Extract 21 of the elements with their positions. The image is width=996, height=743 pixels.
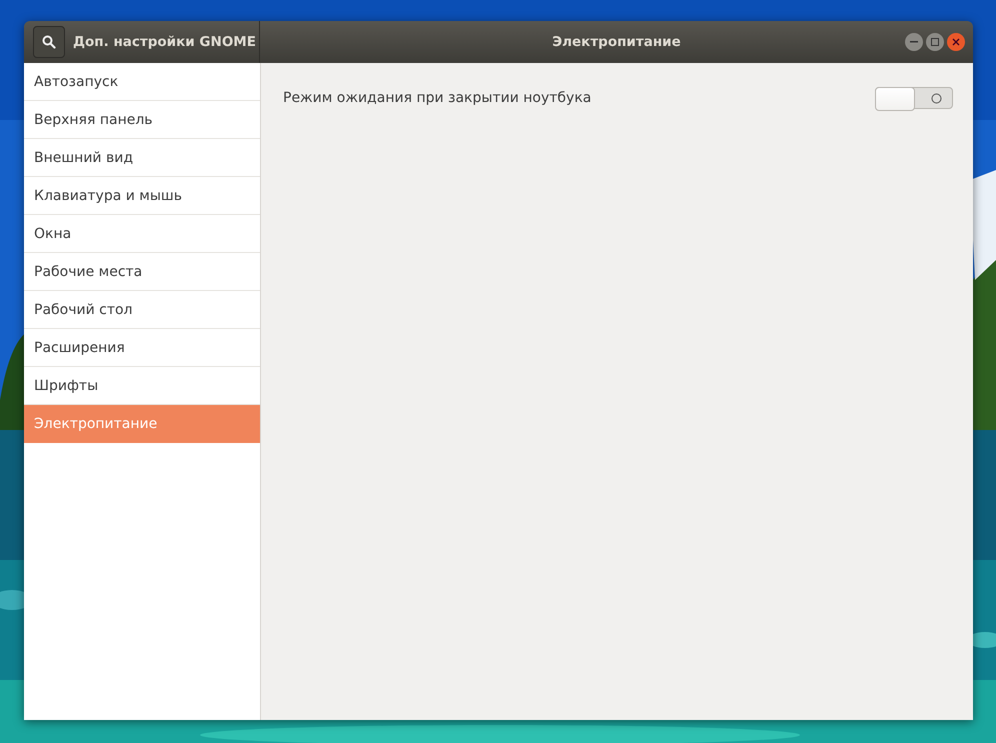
close-icon [952,38,960,46]
toggle-switch[interactable] [875,87,953,109]
minimize-icon [910,41,918,43]
search-button[interactable] [33,26,65,58]
sidebar-item[interactable]: Рабочие места [24,253,260,291]
sidebar-item[interactable]: Окна [24,215,260,253]
circle-icon [931,92,942,104]
sidebar-item[interactable]: Расширения [24,329,260,367]
sidebar-item[interactable]: Рабочий стол [24,291,260,329]
maximize-icon [931,38,939,46]
sidebar-item[interactable]: Клавиатура и мышь [24,177,260,215]
sidebar-item[interactable]: Внешний вид [24,139,260,177]
sidebar-item[interactable]: Автозапуск [24,63,260,101]
minimize-button[interactable] [905,33,923,51]
maximize-button[interactable] [926,33,944,51]
page-title: Электропитание [552,34,681,50]
setting-label: Режим ожидания при закрытии ноутбука [283,90,592,106]
sidebar-item[interactable]: Верхняя панель [24,101,260,139]
search-icon [42,35,56,49]
window-title: Доп. настройки GNOME [73,34,256,50]
close-button[interactable] [947,33,965,51]
